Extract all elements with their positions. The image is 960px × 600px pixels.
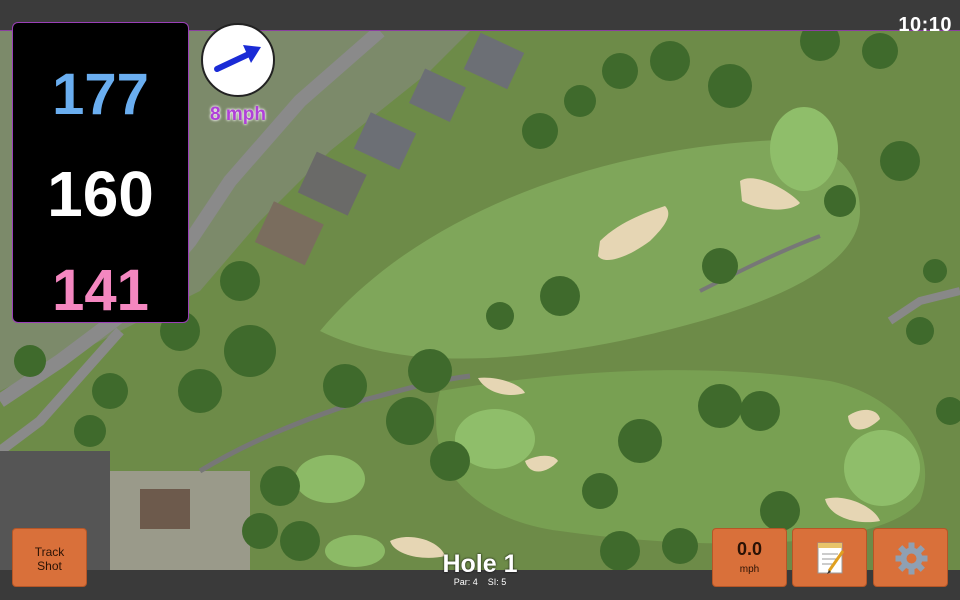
settings-button[interactable] — [873, 528, 948, 587]
speed-value: 0.0 — [736, 539, 763, 559]
track-shot-label-line1: Track — [34, 545, 65, 559]
gear-icon — [895, 542, 928, 575]
track-shot-button[interactable]: Track Shot — [12, 528, 87, 587]
wind-arrow-icon — [214, 45, 261, 72]
wind-speed-label: 8 mph — [210, 104, 266, 125]
middle-distance: 160 — [47, 158, 154, 230]
clock: 10:10 — [898, 14, 952, 36]
speed-button[interactable]: 0.0 mph — [712, 528, 787, 587]
front-distance: 141 — [52, 258, 149, 323]
distance-panel: 177 160 141 — [12, 22, 189, 323]
par-label: Par: 4 — [453, 577, 478, 587]
notepad-icon — [817, 542, 845, 574]
speed-unit: mph — [739, 564, 760, 575]
stroke-index-label: SI: 5 — [487, 577, 507, 587]
hole-title: Hole 1 — [442, 550, 518, 578]
track-shot-label-line2: Shot — [37, 559, 62, 573]
back-distance: 177 — [52, 62, 149, 127]
hole-info: Par: 4 SI: 5 — [380, 577, 580, 587]
notes-button[interactable] — [792, 528, 867, 587]
wind-direction-dial — [201, 23, 275, 97]
